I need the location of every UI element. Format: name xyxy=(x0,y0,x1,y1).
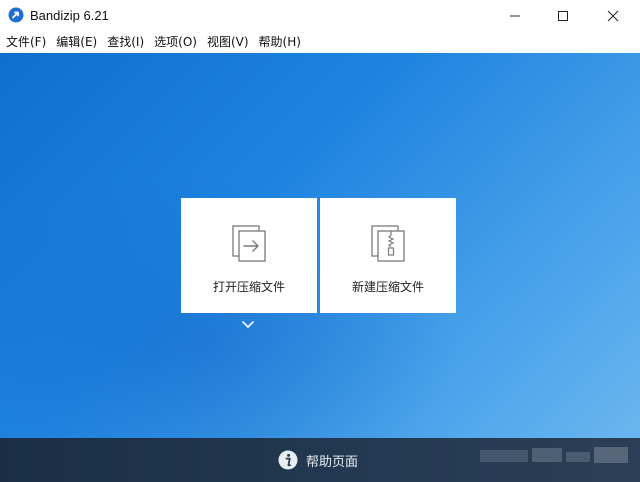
new-archive-button[interactable]: 新建压缩文件 xyxy=(320,198,456,313)
open-archive-label: 打开压缩文件 xyxy=(212,280,285,294)
menu-help[interactable]: 帮助(H) xyxy=(259,31,301,53)
menu-find[interactable]: 查找(I) xyxy=(107,31,144,53)
maximize-button[interactable] xyxy=(540,0,586,31)
maximize-icon xyxy=(558,10,568,21)
menu-view[interactable]: 视图(V) xyxy=(207,31,249,53)
info-icon xyxy=(278,450,298,470)
minimize-icon xyxy=(510,15,520,16)
title-bar[interactable]: Bandizip 6.21 xyxy=(0,0,640,31)
close-button[interactable] xyxy=(590,0,636,31)
open-archive-button[interactable]: 打开压缩文件 xyxy=(181,198,317,313)
new-archive-label: 新建压缩文件 xyxy=(351,280,424,294)
menu-bar: 文件(F) 编辑(E) 查找(I) 选项(O) 视图(V) 帮助(H) xyxy=(0,31,640,53)
window-title: Bandizip 6.21 xyxy=(30,8,109,23)
app-window: Bandizip 6.21 文件(F) 编辑(E) 查找(I) 选项(O) 视图… xyxy=(0,0,640,482)
new-archive-icon xyxy=(371,225,405,262)
help-page-label: 帮助页面 xyxy=(306,454,359,470)
chevron-down-icon[interactable] xyxy=(241,320,255,330)
bandizip-logo-icon xyxy=(8,7,24,23)
open-archive-icon xyxy=(232,225,266,262)
close-icon xyxy=(607,10,619,21)
main-area: 打开压缩文件 新建压缩文件 xyxy=(0,53,640,438)
minimize-button[interactable] xyxy=(492,0,538,31)
watermark-blur xyxy=(480,447,628,463)
menu-file[interactable]: 文件(F) xyxy=(6,31,46,53)
menu-edit[interactable]: 编辑(E) xyxy=(56,31,97,53)
footer-bar: 帮助页面 xyxy=(0,438,640,482)
menu-options[interactable]: 选项(O) xyxy=(154,31,197,53)
help-page-link[interactable]: 帮助页面 xyxy=(278,450,358,470)
